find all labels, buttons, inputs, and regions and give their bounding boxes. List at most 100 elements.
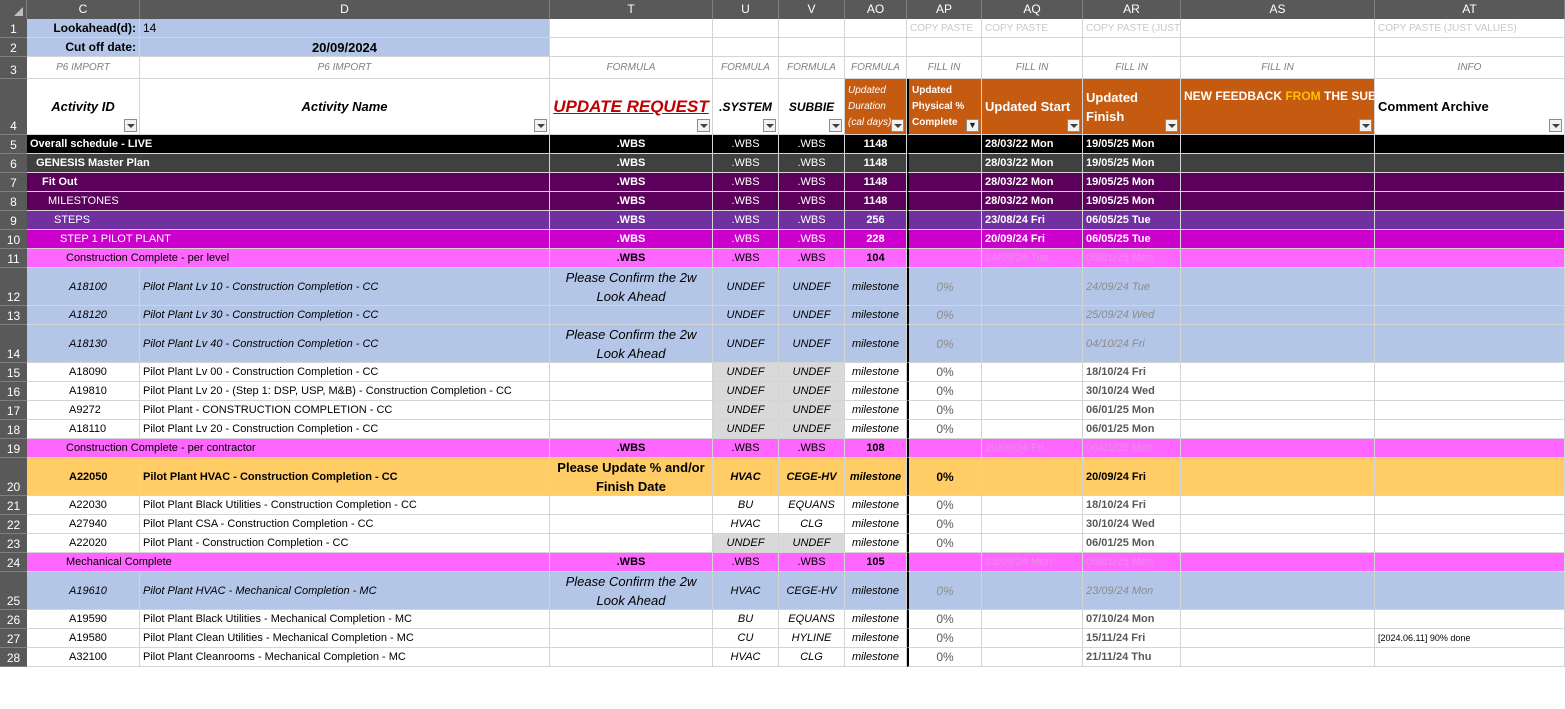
- wbs-t[interactable]: .WBS: [550, 230, 713, 249]
- feedback-cell[interactable]: [1181, 553, 1375, 572]
- wbs-finish[interactable]: 06/01/25 Mon: [1083, 249, 1181, 268]
- header-activity-name[interactable]: Activity Name: [140, 79, 550, 135]
- cutoff-value[interactable]: 20/09/2024: [140, 38, 550, 57]
- update-request[interactable]: [550, 363, 713, 382]
- subbie-code[interactable]: UNDEF: [779, 382, 845, 401]
- activity-id[interactable]: A18110: [27, 420, 140, 439]
- updated-start[interactable]: [982, 515, 1083, 534]
- subbie-code[interactable]: UNDEF: [779, 420, 845, 439]
- physical-complete[interactable]: 0%: [907, 268, 982, 306]
- subbie-code[interactable]: UNDEF: [779, 325, 845, 363]
- duration-value[interactable]: milestone: [845, 382, 907, 401]
- physical-complete[interactable]: 0%: [907, 306, 982, 325]
- filter-dropdown-icon[interactable]: [697, 119, 710, 132]
- system-code[interactable]: HVAC: [713, 458, 779, 496]
- comment-cell[interactable]: [2024.06.11] 90% done: [1375, 629, 1565, 648]
- empty-cell[interactable]: [550, 38, 713, 57]
- source-label-ap[interactable]: FILL IN: [907, 57, 982, 79]
- activity-name[interactable]: Pilot Plant Lv 30 - Construction Complet…: [140, 306, 550, 325]
- copy-paste-note[interactable]: COPY PASTE (JUST VALUES): [1375, 19, 1565, 38]
- subbie-code[interactable]: CLG: [779, 648, 845, 667]
- row-header-21[interactable]: 21: [0, 496, 27, 515]
- column-header-aq[interactable]: AQ: [982, 0, 1083, 19]
- comment-cell[interactable]: [1375, 458, 1565, 496]
- empty-cell[interactable]: [845, 19, 907, 38]
- activity-id[interactable]: A27940: [27, 515, 140, 534]
- wbs-name[interactable]: Mechanical Complete: [27, 553, 550, 572]
- row-header-12[interactable]: 12: [0, 268, 27, 306]
- feedback-cell[interactable]: [1181, 610, 1375, 629]
- copy-paste-note[interactable]: COPY PASTE: [982, 19, 1083, 38]
- wbs-v[interactable]: .WBS: [779, 439, 845, 458]
- system-code[interactable]: UNDEF: [713, 401, 779, 420]
- row-header-11[interactable]: 11: [0, 249, 27, 268]
- comment-cell[interactable]: [1375, 268, 1565, 306]
- activity-id[interactable]: A19590: [27, 610, 140, 629]
- updated-finish[interactable]: 30/10/24 Wed: [1083, 382, 1181, 401]
- row-header-9[interactable]: 9: [0, 211, 27, 230]
- activity-id[interactable]: A19610: [27, 572, 140, 610]
- activity-name[interactable]: Pilot Plant - Construction Completion - …: [140, 534, 550, 553]
- filter-dropdown-icon[interactable]: [534, 119, 547, 132]
- empty-cell[interactable]: [907, 439, 982, 458]
- duration-value[interactable]: milestone: [845, 496, 907, 515]
- activity-name[interactable]: Pilot Plant Lv 00 - Construction Complet…: [140, 363, 550, 382]
- feedback-cell[interactable]: [1181, 496, 1375, 515]
- feedback-cell[interactable]: [1181, 420, 1375, 439]
- row-header-1[interactable]: 1: [0, 19, 27, 38]
- wbs-finish[interactable]: 06/05/25 Tue: [1083, 230, 1181, 249]
- comment-cell[interactable]: [1375, 173, 1565, 192]
- activity-name[interactable]: Pilot Plant Cleanrooms - Mechanical Comp…: [140, 648, 550, 667]
- feedback-cell[interactable]: [1181, 230, 1375, 249]
- empty-cell[interactable]: [907, 230, 982, 249]
- wbs-v[interactable]: .WBS: [779, 553, 845, 572]
- source-label-ao[interactable]: FORMULA: [845, 57, 907, 79]
- physical-complete[interactable]: 0%: [907, 515, 982, 534]
- subbie-code[interactable]: EQUANS: [779, 496, 845, 515]
- copy-paste-note[interactable]: COPY PASTE: [907, 19, 982, 38]
- subbie-code[interactable]: EQUANS: [779, 610, 845, 629]
- duration-value[interactable]: milestone: [845, 306, 907, 325]
- wbs-name[interactable]: Construction Complete - per level: [27, 249, 550, 268]
- updated-start[interactable]: [982, 496, 1083, 515]
- activity-id[interactable]: A9272: [27, 401, 140, 420]
- activity-name[interactable]: Pilot Plant Black Utilities - Constructi…: [140, 496, 550, 515]
- updated-start[interactable]: [982, 534, 1083, 553]
- activity-name[interactable]: Pilot Plant CSA - Construction Completio…: [140, 515, 550, 534]
- filter-dropdown-icon[interactable]: [1549, 119, 1562, 132]
- system-code[interactable]: HVAC: [713, 515, 779, 534]
- wbs-u[interactable]: .WBS: [713, 192, 779, 211]
- wbs-finish[interactable]: 06/05/25 Tue: [1083, 211, 1181, 230]
- feedback-cell[interactable]: [1181, 363, 1375, 382]
- empty-cell[interactable]: [845, 38, 907, 57]
- header-subbie[interactable]: SUBBIE: [779, 79, 845, 135]
- wbs-name[interactable]: GENESIS Master Plan: [27, 154, 550, 173]
- duration-value[interactable]: milestone: [845, 610, 907, 629]
- system-code[interactable]: UNDEF: [713, 420, 779, 439]
- column-header-ao[interactable]: AO: [845, 0, 907, 19]
- wbs-start[interactable]: 23/08/24 Fri: [982, 211, 1083, 230]
- system-code[interactable]: UNDEF: [713, 363, 779, 382]
- comment-cell[interactable]: [1375, 420, 1565, 439]
- activity-id[interactable]: A18090: [27, 363, 140, 382]
- empty-cell[interactable]: [907, 38, 982, 57]
- activity-name[interactable]: Pilot Plant HVAC - Mechanical Completion…: [140, 572, 550, 610]
- comment-cell[interactable]: [1375, 515, 1565, 534]
- column-header-v[interactable]: V: [779, 0, 845, 19]
- empty-cell[interactable]: [779, 19, 845, 38]
- updated-start[interactable]: [982, 458, 1083, 496]
- row-header-27[interactable]: 27: [0, 629, 27, 648]
- comment-cell[interactable]: [1375, 230, 1565, 249]
- source-label-t[interactable]: FORMULA: [550, 57, 713, 79]
- wbs-t[interactable]: .WBS: [550, 439, 713, 458]
- wbs-ao[interactable]: 1148: [845, 192, 907, 211]
- source-label-as[interactable]: FILL IN: [1181, 57, 1375, 79]
- empty-cell[interactable]: [907, 192, 982, 211]
- updated-finish[interactable]: 21/11/24 Thu: [1083, 648, 1181, 667]
- system-code[interactable]: BU: [713, 610, 779, 629]
- activity-id[interactable]: A22050: [27, 458, 140, 496]
- lookahead-label[interactable]: Lookahead(d):: [27, 19, 140, 38]
- empty-cell[interactable]: [907, 135, 982, 154]
- wbs-t[interactable]: .WBS: [550, 553, 713, 572]
- updated-start[interactable]: [982, 306, 1083, 325]
